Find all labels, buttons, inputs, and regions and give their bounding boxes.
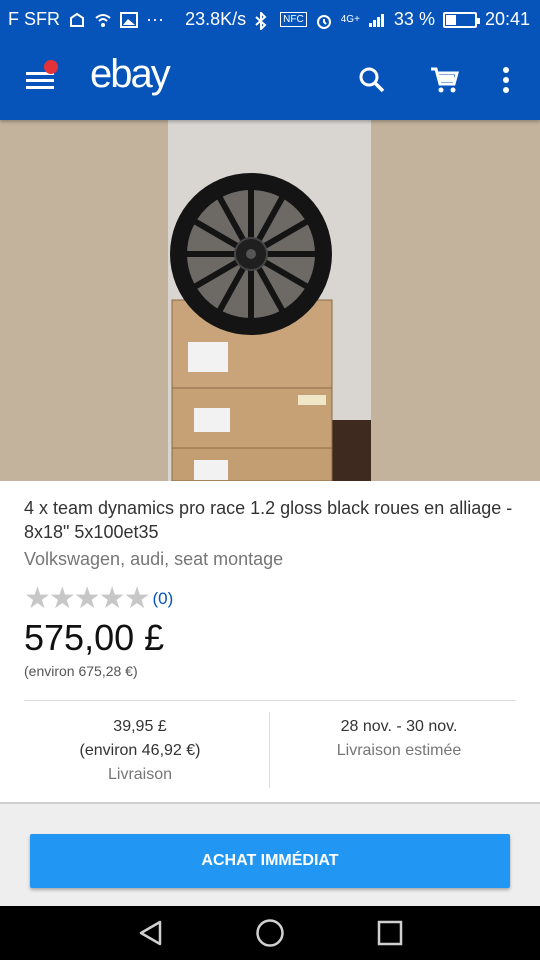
recents-button[interactable]	[375, 918, 405, 948]
search-icon	[356, 67, 388, 100]
listing-title: 4 x team dynamics pro race 1.2 gloss bla…	[24, 498, 513, 542]
cart-button[interactable]	[428, 64, 460, 96]
network-speed: 23.8K/s	[185, 9, 247, 29]
bluetooth-icon	[254, 10, 272, 31]
cart-icon	[428, 67, 460, 100]
network-type: 4G+	[340, 14, 360, 25]
delivery-estimate-block: 28 nov. - 30 nov. Livraison estimée	[276, 715, 522, 763]
more-options-button[interactable]	[494, 64, 518, 96]
item-price-approx: (environ 675,28 €)	[24, 663, 138, 679]
clock: 20:41	[484, 9, 530, 29]
rating-count-link[interactable]: (0)	[152, 589, 173, 609]
back-icon	[136, 920, 166, 952]
back-button[interactable]	[136, 918, 166, 948]
battery-fill	[445, 14, 456, 25]
home-icon	[255, 919, 285, 952]
divider	[24, 700, 516, 701]
delivery-dates: 28 nov. - 30 nov.	[340, 718, 458, 735]
status-left: F SFR ···	[8, 9, 164, 30]
column-divider	[269, 712, 270, 788]
delivery-dates-label: Livraison estimée	[336, 742, 462, 759]
rating-row[interactable]: ★★★★★ (0)	[24, 582, 173, 615]
shipping-cost-block: 39,95 £ (environ 46,92 €) Livraison	[17, 715, 263, 787]
product-photo-illustration	[168, 120, 371, 481]
action-area: ACHAT IMMÉDIAT	[0, 802, 540, 906]
home-button[interactable]	[255, 918, 285, 948]
recents-icon	[375, 920, 405, 952]
notification-icon	[68, 12, 86, 28]
shipping-cost-approx: (environ 46,92 €)	[79, 742, 201, 759]
signal-icon	[368, 12, 386, 28]
more-notifications: ···	[146, 9, 164, 29]
alarm-icon	[315, 12, 333, 29]
battery-percent: 33 %	[393, 9, 435, 29]
wifi-icon	[94, 12, 112, 28]
product-image-gallery[interactable]	[0, 120, 540, 481]
menu-button[interactable]	[26, 60, 58, 94]
status-right: 23.8K/s NFC 4G+ 33 % 20:41	[185, 9, 530, 31]
item-price: 575,00 £	[24, 617, 165, 658]
star-rating: ★★★★★	[24, 582, 150, 615]
listing-subtitle: Volkswagen, audi, seat montage	[24, 549, 284, 569]
buy-now-button[interactable]: ACHAT IMMÉDIAT	[30, 834, 510, 888]
shipping-cost-label: Livraison	[107, 766, 173, 783]
status-bar: F SFR ··· 23.8K/s NFC 4G+ 33 % 20:41	[0, 0, 540, 40]
search-button[interactable]	[356, 64, 388, 96]
image-icon	[120, 11, 138, 28]
product-photo[interactable]	[168, 120, 371, 481]
notification-dot	[44, 60, 58, 74]
app-header: ebay	[0, 40, 540, 120]
more-vertical-icon	[494, 67, 518, 100]
system-nav-bar	[0, 906, 540, 960]
ebay-logo[interactable]: ebay	[90, 52, 171, 97]
nfc-icon: NFC	[280, 12, 307, 27]
battery-icon	[442, 11, 480, 28]
carrier-label: F SFR	[8, 9, 60, 29]
shipping-cost: 39,95 £	[113, 718, 167, 735]
